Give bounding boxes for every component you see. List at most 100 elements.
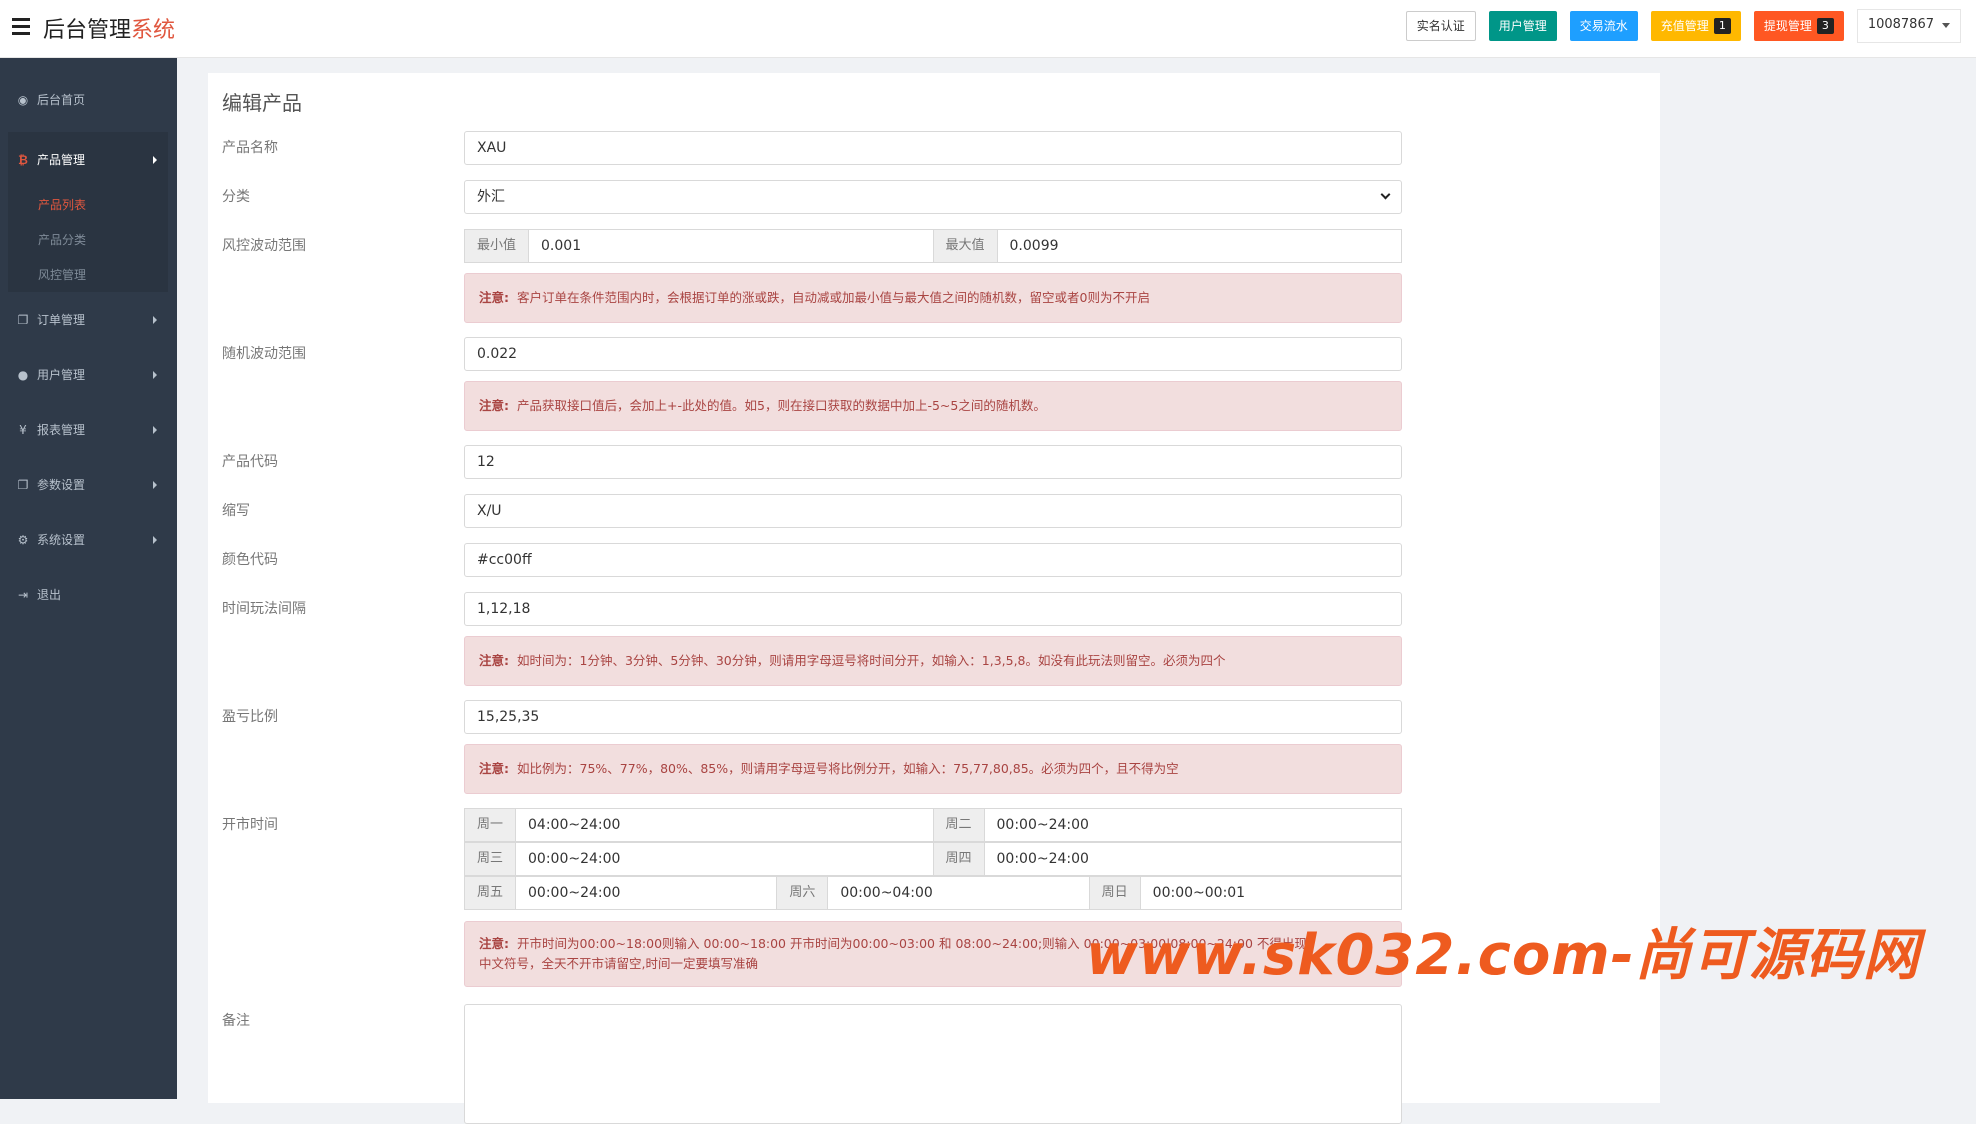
open-time-label: 开市时间 [222, 817, 278, 833]
sidebar-item-label: 订单管理 [37, 313, 86, 327]
chevron-right-icon [153, 316, 157, 324]
sidebar-item-label: 退出 [37, 588, 62, 602]
remark-label: 备注 [222, 1013, 250, 1029]
color-code-label: 颜色代码 [222, 552, 278, 568]
sidebar-item-reports[interactable]: ¥ 报表管理 [0, 402, 177, 457]
random-note-text: 产品获取接口值后，会加上+-此处的值。如5，则在接口获取的数据中加上-5~5之间… [517, 398, 1046, 413]
note-prefix: 注意: [479, 761, 509, 776]
withdraw-count-badge: 3 [1816, 18, 1834, 34]
recharge-manage-button[interactable]: 充值管理 1 [1650, 11, 1741, 41]
schedule-row-1: 周一 04:00~24:00 周二 00:00~24:00 [464, 808, 1402, 842]
app-title-main: 后台管理 [43, 18, 132, 43]
profit-ratio-note: 注意: 如比例为：75%、77%，80%、85%，则请用字母逗号将比例分开，如输入… [464, 744, 1402, 794]
menu-toggle-icon[interactable] [12, 18, 30, 35]
color-code-input[interactable]: #cc00ff [464, 543, 1402, 577]
app-title-accent: 系统 [131, 18, 176, 43]
copy-icon: ❐ [17, 312, 29, 327]
day-addon-mon: 周一 [464, 808, 517, 842]
sidebar-item-label: 产品管理 [37, 153, 86, 167]
time-interval-note: 注意: 如时间为：1分钟、3分钟、5分钟、30分钟，则请用字母逗号将时间分开，如输… [464, 636, 1402, 686]
interval-note-text: 如时间为：1分钟、3分钟、5分钟、30分钟，则请用字母逗号将时间分开，如输入：1… [517, 653, 1226, 668]
sidebar: ◉ 后台首页 ₿ 产品管理 产品列表 产品分类 风控管理 ❐ 订单管理 ● 用户… [0, 58, 177, 1099]
random-range-note: 注意: 产品获取接口值后，会加上+-此处的值。如5，则在接口获取的数据中加上-5~… [464, 381, 1402, 431]
user-dropdown[interactable]: 10087867 [1856, 9, 1961, 43]
product-name-label: 产品名称 [222, 140, 278, 156]
abbr-input[interactable]: X/U [464, 494, 1402, 528]
schedule-row-3: 周五 00:00~24:00 周六 00:00~04:00 周日 00:00~0… [464, 876, 1402, 910]
note-prefix: 注意: [479, 936, 509, 951]
chevron-right-icon [153, 371, 157, 379]
time-interval-label: 时间玩法间隔 [222, 601, 306, 617]
product-code-input[interactable]: 12 [464, 445, 1402, 479]
copy-icon: ❐ [17, 477, 29, 492]
recharge-manage-label: 充值管理 [1660, 19, 1709, 33]
time-input-sun[interactable]: 00:00~00:01 [1140, 876, 1402, 910]
sidebar-item-users[interactable]: ● 用户管理 [0, 347, 177, 402]
trade-flow-button[interactable]: 交易流水 [1569, 11, 1638, 41]
time-input-sat[interactable]: 00:00~04:00 [828, 876, 1089, 910]
chevron-right-icon [153, 156, 157, 164]
withdraw-manage-button[interactable]: 提现管理 3 [1753, 11, 1844, 41]
time-input-wed[interactable]: 00:00~24:00 [516, 842, 933, 876]
user-manage-button[interactable]: 用户管理 [1488, 11, 1557, 41]
time-input-tue[interactable]: 00:00~24:00 [984, 808, 1402, 842]
time-interval-input[interactable]: 1,12,18 [464, 592, 1402, 626]
risk-note-text: 客户订单在条件范围内时，会根据订单的涨或跌，自动减或加最小值与最大值之间的随机数… [517, 290, 1150, 305]
abbr-label: 缩写 [222, 503, 250, 519]
dashboard-icon: ◉ [17, 92, 29, 107]
risk-range-group: 最小值 0.001 最大值 0.0099 [464, 229, 1402, 263]
realname-auth-button[interactable]: 实名认证 [1405, 11, 1476, 41]
watermark-text: www.sk032.com-尚可源码网 [1086, 923, 1920, 988]
app-title: 后台管理系统 [43, 12, 175, 44]
remark-textarea[interactable] [464, 1004, 1402, 1124]
yen-icon: ¥ [19, 422, 27, 437]
header-actions: 实名认证 用户管理 交易流水 充值管理 1 提现管理 3 10087867 [1405, 9, 1961, 43]
profit-ratio-input[interactable]: 15,25,35 [464, 700, 1402, 734]
sidebar-item-system[interactable]: ⚙ 系统设置 [0, 512, 177, 567]
time-input-fri[interactable]: 00:00~24:00 [516, 876, 777, 910]
sidebar-item-orders[interactable]: ❐ 订单管理 [0, 292, 177, 347]
profit-ratio-label: 盈亏比例 [222, 709, 278, 725]
username: 10087867 [1867, 17, 1934, 32]
user-icon: ● [17, 367, 29, 382]
risk-range-note: 注意: 客户订单在条件范围内时，会根据订单的涨或跌，自动减或加最小值与最大值之间的… [464, 273, 1402, 323]
product-code-label: 产品代码 [222, 454, 278, 470]
chevron-down-icon [1942, 23, 1950, 28]
sidebar-item-products[interactable]: ₿ 产品管理 [8, 132, 168, 187]
sidebar-item-params[interactable]: ❐ 参数设置 [0, 457, 177, 512]
sidebar-item-dashboard[interactable]: ◉ 后台首页 [0, 72, 177, 127]
schedule-row-2: 周三 00:00~24:00 周四 00:00~24:00 [464, 842, 1402, 876]
bitcoin-icon: ₿ [18, 152, 28, 167]
sidebar-group-products: ₿ 产品管理 产品列表 产品分类 风控管理 [8, 132, 168, 292]
chevron-down-icon [1380, 189, 1391, 200]
ratio-note-text: 如比例为：75%、77%，80%、85%，则请用字母逗号将比例分开，如输入：75… [517, 761, 1179, 776]
chevron-right-icon [153, 536, 157, 544]
day-addon-wed: 周三 [464, 842, 517, 876]
category-label: 分类 [222, 189, 250, 205]
chevron-right-icon [153, 426, 157, 434]
product-name-input[interactable]: XAU [464, 131, 1402, 165]
day-addon-tue: 周二 [932, 808, 985, 842]
sidebar-item-label: 用户管理 [37, 368, 86, 382]
sidebar-item-logout[interactable]: ⇥ 退出 [0, 567, 177, 622]
chevron-right-icon [153, 481, 157, 489]
category-select[interactable]: 外汇 [464, 180, 1402, 214]
sidebar-item-label: 报表管理 [37, 423, 86, 437]
random-range-input[interactable]: 0.022 [464, 337, 1402, 371]
risk-max-input[interactable]: 0.0099 [997, 229, 1402, 263]
sidebar-subitem-risk-control[interactable]: 风控管理 [8, 257, 168, 292]
sidebar-subitem-product-list[interactable]: 产品列表 [8, 187, 168, 222]
sign-out-icon: ⇥ [17, 587, 29, 602]
day-addon-fri: 周五 [464, 876, 517, 910]
sidebar-subitem-product-category[interactable]: 产品分类 [8, 222, 168, 257]
day-addon-sat: 周六 [776, 876, 829, 910]
risk-min-addon: 最小值 [464, 229, 530, 263]
risk-min-input[interactable]: 0.001 [529, 229, 933, 263]
time-input-thu[interactable]: 00:00~24:00 [984, 842, 1402, 876]
page-title: 编辑产品 [222, 91, 302, 115]
gears-icon: ⚙ [17, 532, 29, 547]
risk-max-addon: 最大值 [932, 229, 998, 263]
category-selected-value: 外汇 [477, 189, 505, 205]
time-input-mon[interactable]: 04:00~24:00 [516, 808, 933, 842]
recharge-count-badge: 1 [1713, 18, 1731, 34]
